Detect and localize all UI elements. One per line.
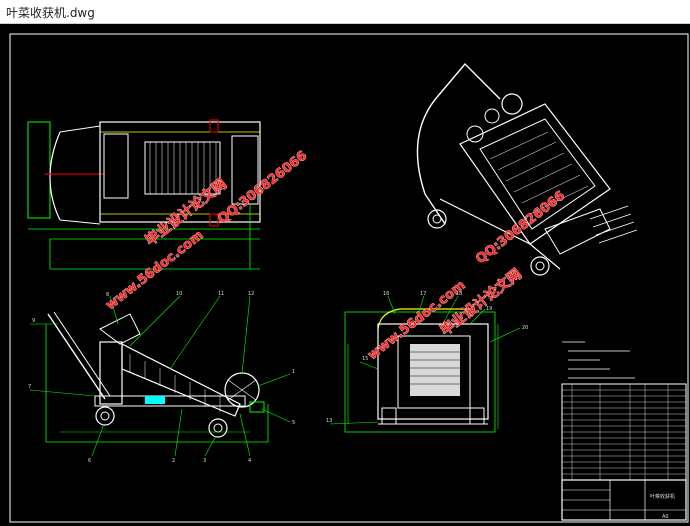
part-number: 1: [292, 369, 295, 375]
part-number: 12: [248, 291, 254, 297]
part-number: 10: [176, 291, 182, 297]
side-elevation-view: 8 9 10 11 12 6 7 1 2 3 4 5: [28, 291, 295, 464]
title-block: 叶菜收获机 A0: [561, 479, 687, 521]
technical-notes: [562, 341, 635, 379]
part-number: 11: [218, 291, 224, 297]
cad-drawing-canvas[interactable]: 8 9 10 11 12 6 7 1 2 3 4 5 13 15 16 17 1…: [0, 24, 690, 526]
bill-of-materials-table: [561, 383, 687, 481]
watermark-text: QQ:306826066: [215, 148, 310, 227]
isometric-view: [416, 62, 638, 276]
window-titlebar: 叶菜收获机.dwg: [0, 0, 690, 24]
part-number: 15: [362, 356, 368, 362]
watermark-group: 毕业设计论文网 www.56doc.com QQ:306826066 www.5…: [103, 148, 569, 363]
title-block-name: 叶菜收获机: [650, 493, 675, 500]
part-number: 17: [420, 291, 426, 297]
window-title: 叶菜收获机.dwg: [6, 6, 95, 20]
plan-view: [27, 119, 261, 270]
part-number: 6: [88, 458, 91, 464]
part-number: 9: [32, 318, 35, 324]
part-number: 2: [172, 458, 175, 464]
sheet-size: A0: [662, 514, 669, 520]
sheet-border: [9, 33, 689, 523]
part-number: 7: [28, 384, 31, 390]
part-number: 4: [248, 458, 251, 464]
part-number: 16: [383, 291, 389, 297]
part-number: 20: [522, 325, 528, 331]
part-number: 3: [203, 458, 206, 464]
part-number: 13: [326, 418, 332, 424]
cad-drawing: 8 9 10 11 12 6 7 1 2 3 4 5 13 15 16 17 1…: [9, 33, 689, 523]
part-number: 5: [292, 420, 295, 426]
